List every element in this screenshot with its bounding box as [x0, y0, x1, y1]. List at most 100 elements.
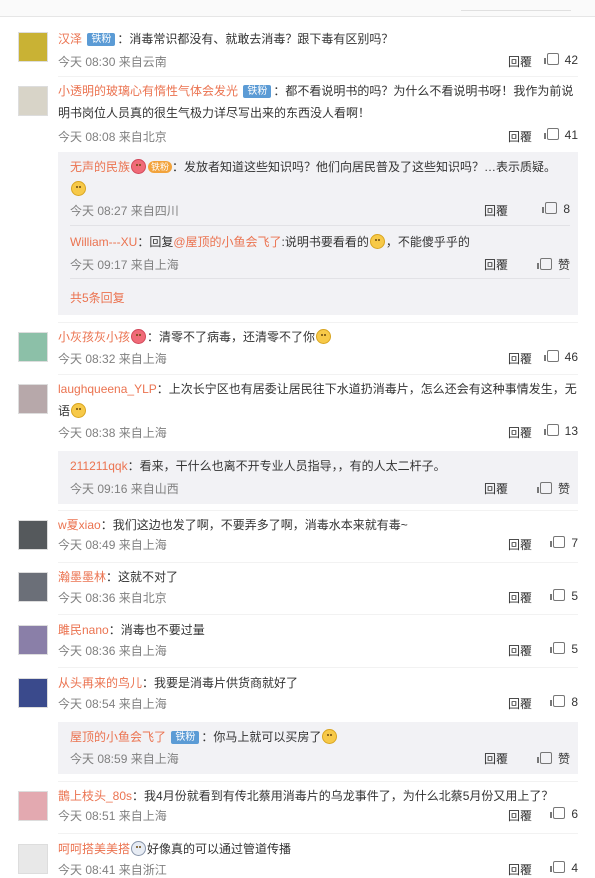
- like-button[interactable]: 5: [544, 642, 578, 656]
- like-button[interactable]: 赞: [530, 256, 570, 273]
- like-button[interactable]: 7: [544, 536, 578, 550]
- comment-time: 今天 08:08 来自北京: [58, 130, 167, 144]
- like-button[interactable]: 赞: [530, 750, 570, 767]
- comment-author[interactable]: 鵲上枝头_80s: [58, 789, 132, 803]
- reply-button[interactable]: 回覆: [508, 424, 532, 441]
- like-count: 46: [564, 350, 578, 364]
- comment-text: ：消毒也不要过量: [108, 623, 205, 637]
- subreply-time: 今天 09:17 来自上海: [70, 258, 179, 272]
- avatar[interactable]: [18, 332, 48, 362]
- avatar[interactable]: [18, 520, 48, 550]
- like-button[interactable]: 赞: [530, 480, 570, 497]
- subreply-time: 今天 08:59 来自上海: [70, 752, 179, 766]
- comment-author[interactable]: 小透明的玻璃心有惰性气体会发光: [58, 84, 238, 98]
- laugh-emoji-icon: [369, 234, 385, 249]
- comment-item: laughqueena_YLP：上次长宁区也有居委让居民往下水道扔消毒片，怎么还…: [18, 382, 578, 444]
- like-count: 13: [564, 424, 578, 438]
- reply-button[interactable]: 回覆: [508, 350, 532, 367]
- thumbs-up-icon: [550, 589, 566, 601]
- comment-author[interactable]: 呵呵搭美美搭: [58, 842, 130, 856]
- thumbs-up-icon: [550, 807, 566, 819]
- comment-item: w夏xiao：我们这边也发了啊，不要弄多了啊，消毒水本来就有毒~ 今天 08:4…: [18, 518, 578, 558]
- mention-link[interactable]: @屋顶的小鱼会飞了: [173, 235, 281, 249]
- avatar[interactable]: [18, 678, 48, 708]
- like-count: 6: [571, 807, 578, 821]
- comment-item: 雎民nano：消毒也不要过量 今天 08:36 来自上海 回覆 5: [18, 623, 578, 663]
- thumbs-up-icon: [543, 53, 559, 65]
- comment-text: ：这就不对了: [106, 570, 179, 584]
- divider: [58, 562, 578, 563]
- comment-time: 今天 08:32 来自上海: [58, 352, 167, 366]
- thumbs-up-icon: [543, 128, 559, 140]
- like-button[interactable]: 4: [544, 861, 578, 875]
- fan-badge: 铁粉: [148, 161, 173, 173]
- avatar[interactable]: [18, 384, 48, 414]
- subreply-author[interactable]: William---XU: [70, 235, 137, 249]
- comment-time: 今天 08:36 来自上海: [58, 644, 167, 658]
- avatar[interactable]: [18, 625, 48, 655]
- subreply-author[interactable]: 211211qqk: [70, 459, 128, 473]
- mask-emoji-icon: [131, 841, 147, 856]
- divider: [58, 322, 578, 323]
- laugh-emoji-icon: [322, 729, 338, 744]
- like-button[interactable]: 5: [544, 589, 578, 603]
- fire-emoji-icon: [131, 159, 147, 174]
- reply-button[interactable]: 回覆: [484, 256, 508, 273]
- smile-emoji-icon: [316, 329, 332, 344]
- like-button[interactable]: 13: [543, 424, 578, 438]
- comment-text: 好像真的可以通过管道传播: [147, 842, 292, 856]
- divider: [70, 225, 570, 226]
- subreply-author[interactable]: 无声的民族: [70, 160, 130, 174]
- comment-text: ：我4月份就看到有传北蔡用消毒片的乌龙事件了，为什么北蔡5月份又用上了？: [132, 789, 554, 803]
- like-button[interactable]: 42: [543, 53, 578, 67]
- comment-author[interactable]: 汉泽: [58, 32, 82, 46]
- comment-author[interactable]: 瀚墨墨林: [58, 570, 106, 584]
- avatar[interactable]: [18, 572, 48, 602]
- reply-button[interactable]: 回覆: [508, 589, 532, 606]
- reply-button[interactable]: 回覆: [508, 536, 532, 553]
- like-button[interactable]: 8: [544, 695, 578, 709]
- doubt-emoji-icon: [71, 181, 86, 196]
- comment-time: 今天 08:49 来自上海: [58, 538, 167, 552]
- like-button[interactable]: 8: [530, 202, 570, 216]
- reply-button[interactable]: 回覆: [484, 480, 508, 497]
- comment-author[interactable]: 雎民nano: [58, 623, 109, 637]
- comment-text: ：清零不了病毒，还清零不了你: [147, 330, 316, 344]
- avatar[interactable]: [18, 791, 48, 821]
- comment-time: 今天 08:38 来自上海: [58, 426, 167, 440]
- thumbs-up-icon: [550, 642, 566, 654]
- comment-time: 今天 08:51 来自上海: [58, 809, 167, 823]
- divider: [70, 278, 570, 279]
- reply-button[interactable]: 回覆: [508, 807, 532, 824]
- subreply-author[interactable]: 屋顶的小鱼会飞了: [70, 730, 166, 744]
- divider: [58, 510, 578, 511]
- avatar[interactable]: [18, 844, 48, 874]
- subreply-text: ：看来，干什么也离不开专业人员指导，，有的人太二杆子。: [127, 459, 446, 473]
- divider: [58, 76, 578, 77]
- divider: [58, 833, 578, 834]
- comment-author[interactable]: 从头再来的鸟儿: [58, 676, 142, 690]
- divider: [58, 374, 578, 375]
- like-button[interactable]: 41: [543, 128, 578, 142]
- reply-button[interactable]: 回覆: [508, 53, 532, 70]
- reply-button[interactable]: 回覆: [508, 695, 532, 712]
- like-button[interactable]: 6: [544, 807, 578, 821]
- more-replies-link[interactable]: 共5条回复: [70, 291, 125, 305]
- reply-button[interactable]: 回覆: [484, 750, 508, 767]
- comment-text: ：消毒常识都没有、就敢去消毒？跟下毒有区别吗？: [117, 32, 394, 46]
- reply-button[interactable]: 回覆: [508, 128, 532, 145]
- like-count: 8: [571, 695, 578, 709]
- comment-item: 瀚墨墨林：这就不对了 今天 08:36 来自北京 回覆 5: [18, 570, 578, 610]
- comment-item: 汉泽 铁粉 ：消毒常识都没有、就敢去消毒？跟下毒有区别吗？ 今天 08:30 来自…: [18, 32, 578, 70]
- like-button[interactable]: 46: [543, 350, 578, 364]
- avatar[interactable]: [18, 32, 48, 62]
- reply-button[interactable]: 回覆: [508, 861, 532, 878]
- comment-author[interactable]: 小灰孩灰小孩: [58, 330, 130, 344]
- reply-button[interactable]: 回覆: [508, 642, 532, 659]
- avatar[interactable]: [18, 86, 48, 116]
- reply-button[interactable]: 回覆: [484, 202, 508, 219]
- comment-author[interactable]: laughqueena_YLP: [58, 382, 157, 396]
- subreply-text-prefix: ：回复: [137, 235, 174, 249]
- subreply-text: :说明书要看看的: [281, 235, 369, 249]
- comment-author[interactable]: w夏xiao: [58, 518, 101, 532]
